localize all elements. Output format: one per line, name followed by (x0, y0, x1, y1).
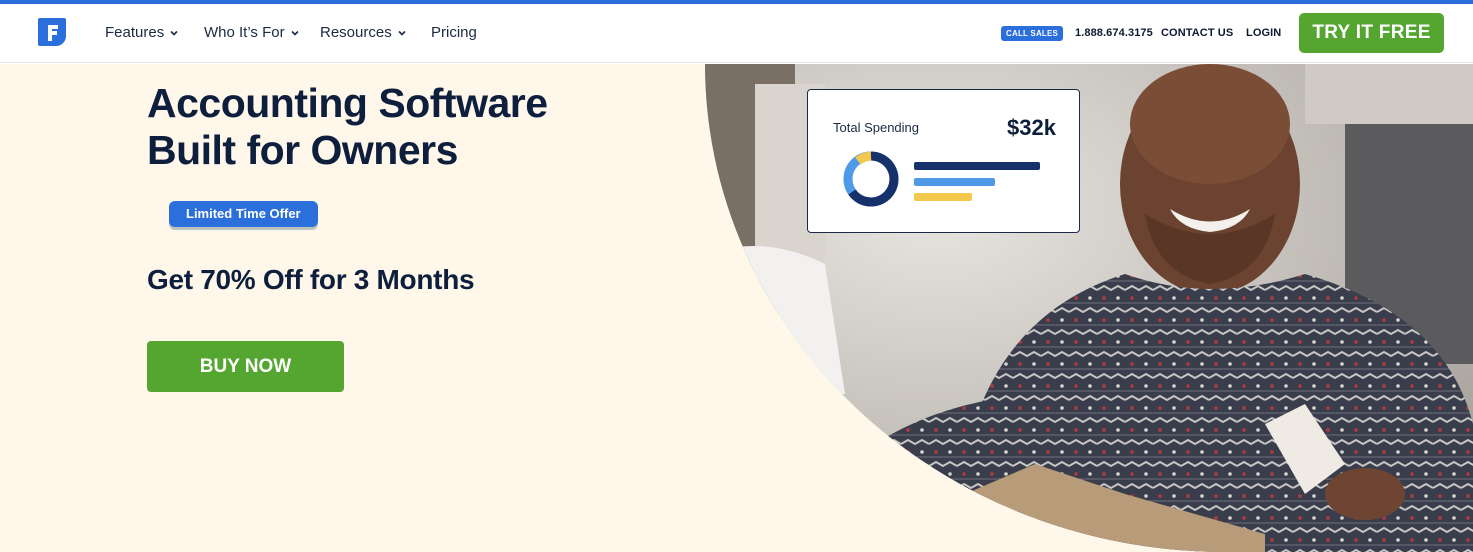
spending-bar-blue (914, 178, 995, 186)
top-navigation: Features Who It’s For Resources Pricing … (0, 4, 1473, 63)
hero-section: Accounting Software Built for Owners Lim… (0, 64, 1473, 552)
chevron-down-icon (398, 30, 406, 36)
hero-headline-line1: Accounting Software (147, 80, 548, 126)
nav-pricing-label: Pricing (431, 24, 477, 41)
chevron-down-icon (291, 30, 299, 36)
nav-features[interactable]: Features (105, 24, 179, 41)
hero-headline-line2: Built for Owners (147, 127, 458, 173)
nav-who-its-for[interactable]: Who It’s For (204, 24, 300, 41)
contact-us-link[interactable]: CONTACT US (1161, 27, 1233, 39)
spending-bar-yellow (914, 193, 972, 201)
login-link[interactable]: LOGIN (1246, 27, 1281, 39)
buy-now-button[interactable]: BUY NOW (147, 341, 344, 392)
try-it-free-button[interactable]: TRY IT FREE (1299, 13, 1444, 53)
freshbooks-logo-icon[interactable] (36, 16, 68, 48)
nav-resources[interactable]: Resources (320, 24, 407, 41)
nav-resources-label: Resources (320, 24, 392, 41)
nav-who-its-for-label: Who It’s For (204, 24, 285, 41)
total-spending-card: Total Spending $32k (807, 89, 1080, 233)
limited-time-offer-badge: Limited Time Offer (169, 201, 318, 227)
spending-bar-navy (914, 162, 1040, 170)
chevron-down-icon (170, 30, 178, 36)
hero-subheadline: Get 70% Off for 3 Months (147, 264, 475, 295)
total-spending-value: $32k (1007, 115, 1056, 140)
nav-features-label: Features (105, 24, 165, 41)
donut-chart-icon (843, 151, 899, 207)
phone-number-link[interactable]: 1.888.674.3175 (1075, 27, 1153, 39)
call-sales-badge: CALL SALES (1001, 26, 1064, 41)
total-spending-label: Total Spending (833, 120, 920, 135)
hero-headline: Accounting Software Built for Owners (147, 80, 548, 174)
nav-pricing[interactable]: Pricing (431, 24, 477, 41)
sewing-machine-label: SINGER (711, 280, 755, 291)
